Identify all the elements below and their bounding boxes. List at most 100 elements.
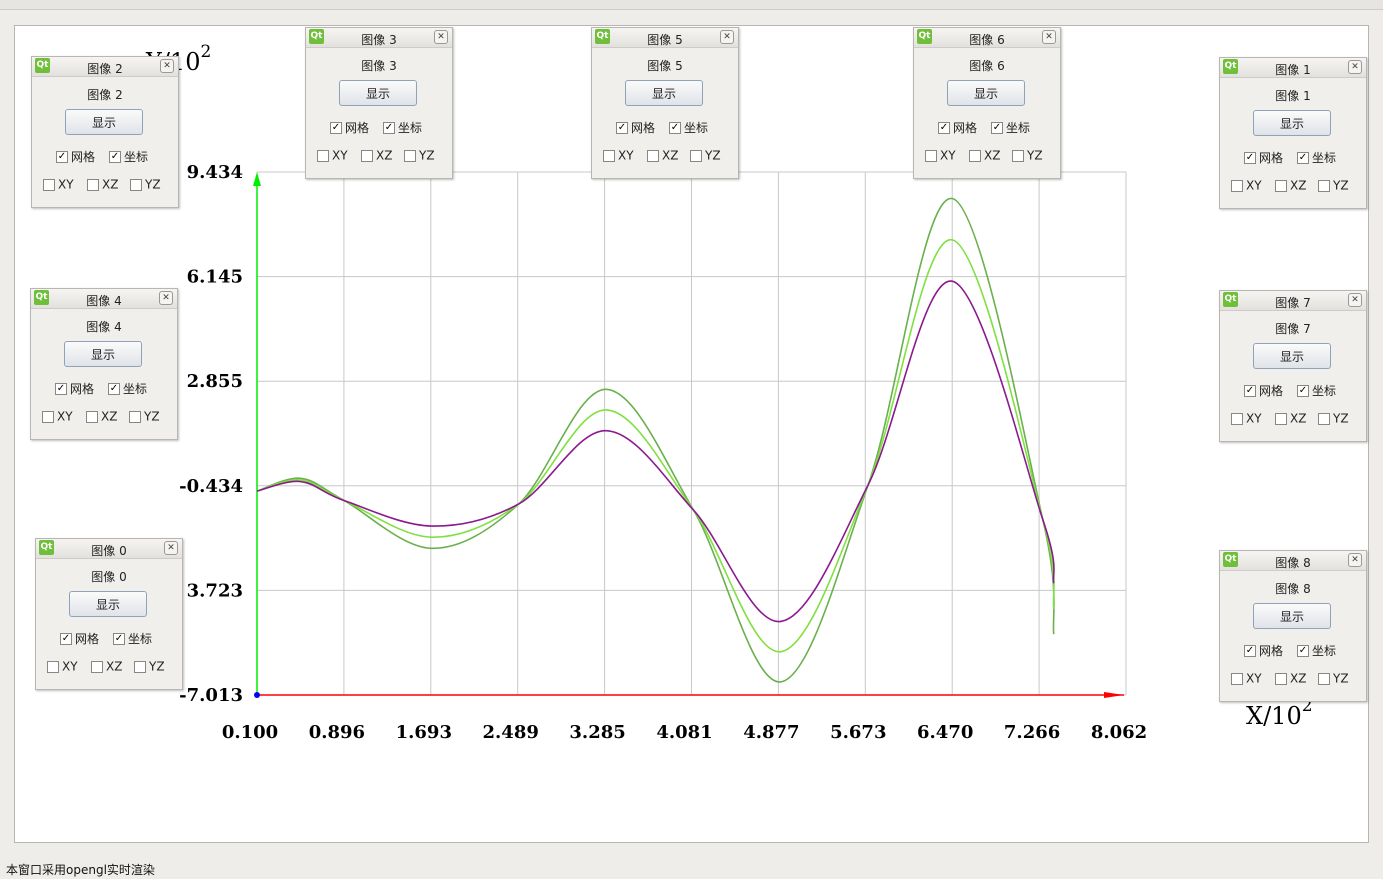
panel-titlebar[interactable]: Qt 图像 5 ✕ <box>592 28 738 48</box>
yz-checkbox[interactable]: YZ <box>690 148 721 163</box>
xy-checkbox-box[interactable] <box>42 410 54 423</box>
grid-checkbox[interactable]: ✓ 网格 <box>1244 382 1283 399</box>
yz-checkbox-box[interactable] <box>404 149 416 162</box>
xy-checkbox[interactable]: XY <box>603 148 634 163</box>
axis-checkbox-box[interactable]: ✓ <box>108 382 120 395</box>
xz-checkbox[interactable]: XZ <box>647 148 678 163</box>
yz-checkbox[interactable]: YZ <box>129 409 160 424</box>
close-icon[interactable]: ✕ <box>164 541 178 555</box>
grid-checkbox[interactable]: ✓ 网格 <box>56 148 95 165</box>
yz-checkbox-box[interactable] <box>1318 412 1330 425</box>
xz-checkbox-box[interactable] <box>1275 412 1287 425</box>
xz-checkbox[interactable]: XZ <box>361 148 392 163</box>
axis-checkbox-box[interactable]: ✓ <box>1297 151 1309 164</box>
xy-checkbox[interactable]: XY <box>42 409 73 424</box>
show-button[interactable]: 显示 <box>947 80 1025 106</box>
yz-checkbox-box[interactable] <box>1318 179 1330 192</box>
xy-checkbox-box[interactable] <box>47 660 59 673</box>
xy-checkbox[interactable]: XY <box>47 659 78 674</box>
grid-checkbox-box[interactable]: ✓ <box>616 121 628 134</box>
show-button[interactable]: 显示 <box>1253 343 1331 369</box>
close-icon[interactable]: ✕ <box>1348 293 1362 307</box>
yz-checkbox-box[interactable] <box>134 660 146 673</box>
grid-checkbox-box[interactable]: ✓ <box>60 632 72 645</box>
xz-checkbox[interactable]: XZ <box>86 409 117 424</box>
yz-checkbox-box[interactable] <box>1012 149 1024 162</box>
xy-checkbox-box[interactable] <box>925 149 937 162</box>
xz-checkbox-box[interactable] <box>1275 672 1287 685</box>
grid-checkbox[interactable]: ✓ 网格 <box>1244 149 1283 166</box>
grid-checkbox[interactable]: ✓ 网格 <box>1244 642 1283 659</box>
grid-checkbox-box[interactable]: ✓ <box>938 121 950 134</box>
xy-checkbox[interactable]: XY <box>317 148 348 163</box>
close-icon[interactable]: ✕ <box>160 59 174 73</box>
panel-titlebar[interactable]: Qt 图像 4 ✕ <box>31 289 177 309</box>
panel-titlebar[interactable]: Qt 图像 3 ✕ <box>306 28 452 48</box>
xz-checkbox[interactable]: XZ <box>87 177 118 192</box>
grid-checkbox[interactable]: ✓ 网格 <box>60 630 99 647</box>
grid-checkbox-box[interactable]: ✓ <box>1244 384 1256 397</box>
axis-checkbox-box[interactable]: ✓ <box>109 150 121 163</box>
yz-checkbox[interactable]: YZ <box>1318 411 1349 426</box>
xz-checkbox-box[interactable] <box>87 178 99 191</box>
xy-checkbox[interactable]: XY <box>1231 411 1262 426</box>
axis-checkbox[interactable]: ✓ 坐标 <box>669 119 708 136</box>
yz-checkbox-box[interactable] <box>690 149 702 162</box>
show-button[interactable]: 显示 <box>1253 603 1331 629</box>
xy-checkbox-box[interactable] <box>1231 179 1243 192</box>
axis-checkbox-box[interactable]: ✓ <box>1297 384 1309 397</box>
close-icon[interactable]: ✕ <box>159 291 173 305</box>
xz-checkbox-box[interactable] <box>647 149 659 162</box>
panel-titlebar[interactable]: Qt 图像 6 ✕ <box>914 28 1060 48</box>
xy-checkbox[interactable]: XY <box>925 148 956 163</box>
axis-checkbox-box[interactable]: ✓ <box>1297 644 1309 657</box>
xz-checkbox-box[interactable] <box>86 410 98 423</box>
close-icon[interactable]: ✕ <box>1042 30 1056 44</box>
panel-titlebar[interactable]: Qt 图像 8 ✕ <box>1220 551 1366 571</box>
show-button[interactable]: 显示 <box>69 591 147 617</box>
yz-checkbox[interactable]: YZ <box>1012 148 1043 163</box>
axis-checkbox[interactable]: ✓ 坐标 <box>108 380 147 397</box>
grid-checkbox[interactable]: ✓ 网格 <box>330 119 369 136</box>
axis-checkbox[interactable]: ✓ 坐标 <box>383 119 422 136</box>
yz-checkbox-box[interactable] <box>1318 672 1330 685</box>
grid-checkbox-box[interactable]: ✓ <box>1244 151 1256 164</box>
xz-checkbox-box[interactable] <box>91 660 103 673</box>
xz-checkbox-box[interactable] <box>1275 179 1287 192</box>
yz-checkbox-box[interactable] <box>129 410 141 423</box>
yz-checkbox[interactable]: YZ <box>1318 671 1349 686</box>
xy-checkbox[interactable]: XY <box>1231 178 1262 193</box>
grid-checkbox-box[interactable]: ✓ <box>1244 644 1256 657</box>
show-button[interactable]: 显示 <box>339 80 417 106</box>
axis-checkbox-box[interactable]: ✓ <box>383 121 395 134</box>
axis-checkbox-box[interactable]: ✓ <box>113 632 125 645</box>
panel-titlebar[interactable]: Qt 图像 1 ✕ <box>1220 58 1366 78</box>
yz-checkbox[interactable]: YZ <box>1318 178 1349 193</box>
grid-checkbox-box[interactable]: ✓ <box>55 382 67 395</box>
panel-titlebar[interactable]: Qt 图像 0 ✕ <box>36 539 182 559</box>
close-icon[interactable]: ✕ <box>1348 553 1362 567</box>
yz-checkbox[interactable]: YZ <box>134 659 165 674</box>
xz-checkbox-box[interactable] <box>969 149 981 162</box>
yz-checkbox[interactable]: YZ <box>130 177 161 192</box>
xy-checkbox-box[interactable] <box>603 149 615 162</box>
axis-checkbox[interactable]: ✓ 坐标 <box>1297 149 1336 166</box>
yz-checkbox-box[interactable] <box>130 178 142 191</box>
axis-checkbox-box[interactable]: ✓ <box>991 121 1003 134</box>
xy-checkbox-box[interactable] <box>1231 672 1243 685</box>
xz-checkbox[interactable]: XZ <box>1275 671 1306 686</box>
close-icon[interactable]: ✕ <box>1348 60 1362 74</box>
close-icon[interactable]: ✕ <box>720 30 734 44</box>
grid-checkbox[interactable]: ✓ 网格 <box>55 380 94 397</box>
xy-checkbox-box[interactable] <box>1231 412 1243 425</box>
close-icon[interactable]: ✕ <box>434 30 448 44</box>
xy-checkbox-box[interactable] <box>43 178 55 191</box>
axis-checkbox[interactable]: ✓ 坐标 <box>1297 382 1336 399</box>
grid-checkbox-box[interactable]: ✓ <box>56 150 68 163</box>
grid-checkbox-box[interactable]: ✓ <box>330 121 342 134</box>
xz-checkbox[interactable]: XZ <box>1275 178 1306 193</box>
show-button[interactable]: 显示 <box>65 109 143 135</box>
xz-checkbox[interactable]: XZ <box>91 659 122 674</box>
yz-checkbox[interactable]: YZ <box>404 148 435 163</box>
axis-checkbox[interactable]: ✓ 坐标 <box>991 119 1030 136</box>
